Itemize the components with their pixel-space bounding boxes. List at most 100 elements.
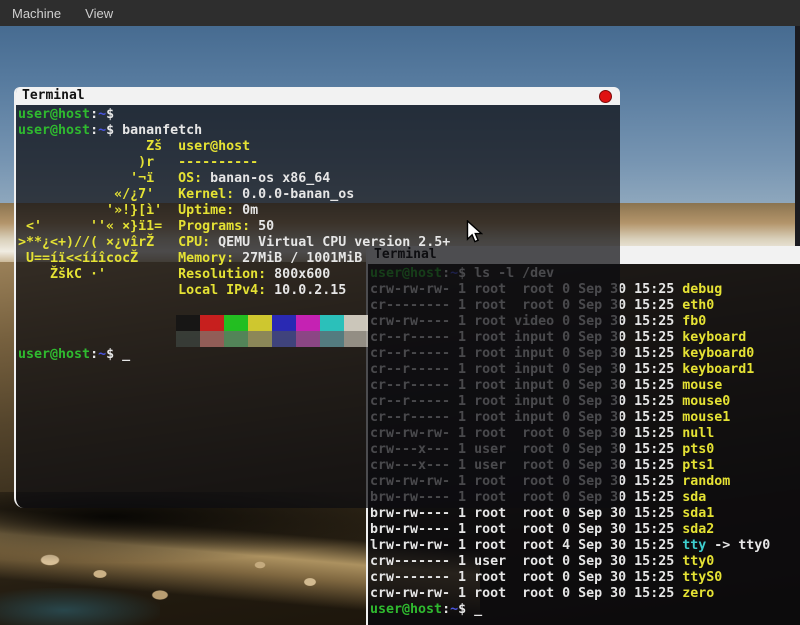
dev-row-name: zero (682, 586, 714, 601)
dev-row-meta: crw------- 1 root root 0 Sep 30 15:25 (370, 570, 682, 585)
fetch-art (18, 283, 178, 298)
palette-swatch (344, 331, 368, 347)
fetch-label: ---------- (178, 155, 258, 170)
palette-swatch (224, 331, 248, 347)
dev-row: brw-rw---- 1 root root 0 Sep 30 15:25 sd… (370, 522, 800, 538)
dev-row-meta: crw-rw-rw- 1 root root 0 Sep 30 15:25 (370, 586, 682, 601)
dev-row-meta: brw-rw---- 1 root root 0 Sep 30 15:25 (370, 506, 682, 521)
dev-row: lrw-rw-rw- 1 root root 4 Sep 30 15:25 tt… (370, 538, 800, 554)
dev-row-name: keyboard1 (682, 362, 754, 377)
dev-row-meta: crw------- 1 user root 0 Sep 30 15:25 (370, 554, 682, 569)
t2-prompt2-symbol: $ (458, 602, 466, 617)
dev-row-name: fb0 (682, 314, 706, 329)
fetch-label: Resolution: (178, 267, 266, 282)
dev-row-name: tty0 (682, 554, 714, 569)
fetch-line: ŽškC ·' Resolution: 800x600 (18, 267, 620, 283)
dev-row: crw------- 1 root root 0 Sep 30 15:25 tt… (370, 570, 800, 586)
prompt-line-current: user@host:~$ _ (370, 602, 800, 618)
fetch-art: <' ''« ×}ï1= (18, 219, 178, 234)
prompt2-sep: : (90, 123, 98, 138)
palette-swatch (320, 331, 344, 347)
palette-swatch (176, 331, 200, 347)
prompt1-symbol: $ (106, 107, 114, 122)
fetch-value: 0.0.0-banan_os (234, 187, 354, 202)
prompt2-user: user@host (18, 123, 90, 138)
fetch-art: «/¿7' (18, 187, 178, 202)
prompt-line-current: user@host:~$ _ (18, 347, 620, 363)
prompt1-path: ~ (98, 107, 106, 122)
prompt1-user: user@host (18, 107, 90, 122)
fetch-line: «/¿7' Kernel: 0.0.0-banan_os (18, 187, 620, 203)
fetch-label: Kernel: (178, 187, 234, 202)
palette-swatch (272, 331, 296, 347)
palette-swatch (248, 315, 272, 331)
fetch-value: banan-os x86_64 (202, 171, 330, 186)
terminal1-titlebar[interactable]: Terminal (16, 87, 620, 105)
dev-row-name: tty (682, 538, 706, 553)
terminal1-content[interactable]: user@host:~$user@host:~$ bananfetch Zš u… (16, 105, 620, 508)
text-cursor: _ (122, 347, 130, 362)
dev-row-link-target: -> tty0 (706, 538, 770, 553)
fetch-value: 0m (234, 203, 258, 218)
fetch-line: Local IPv4: 10.0.2.15 (18, 283, 620, 299)
command-bananfetch: bananfetch (114, 123, 202, 138)
dev-row-name: debug (682, 282, 722, 297)
prompt2-path: ~ (98, 123, 106, 138)
palette-swatch (296, 315, 320, 331)
dev-row-name: mouse (682, 378, 722, 393)
dev-row: crw------- 1 user root 0 Sep 30 15:25 tt… (370, 554, 800, 570)
prompt1-sep: : (90, 107, 98, 122)
t2-prompt2-path: ~ (450, 602, 458, 617)
command-line: user@host:~$ bananfetch (18, 123, 620, 139)
fetch-art: Zš (18, 139, 178, 154)
fetch-line: '¬ï OS: banan-os x86_64 (18, 171, 620, 187)
fetch-value: QEMU Virtual CPU version 2.5+ (210, 235, 450, 250)
dev-row-name: null (682, 426, 714, 441)
dev-row: brw-rw---- 1 root root 0 Sep 30 15:25 sd… (370, 506, 800, 522)
terminal-window-bananfetch[interactable]: Terminal user@host:~$user@host:~$ bananf… (14, 87, 620, 508)
fetch-art: >**¿<+)//( ×¿vîrŽ (18, 235, 178, 250)
menu-item-view[interactable]: View (85, 6, 113, 21)
vm-menubar: Machine View (0, 0, 800, 26)
terminal1-title: Terminal (22, 87, 85, 105)
palette-swatch (200, 331, 224, 347)
fetch-label: Memory: (178, 251, 234, 266)
blank-line (18, 299, 620, 315)
fetch-label: CPU: (178, 235, 210, 250)
palette-swatch (344, 315, 368, 331)
fetch-value: 800x600 (266, 267, 330, 282)
prompt3-symbol: $ (106, 347, 114, 362)
text-cursor: _ (474, 602, 482, 617)
wallpaper-teal-rocks (0, 588, 160, 625)
dev-row-name: pts1 (682, 458, 714, 473)
gap (114, 347, 122, 362)
fetch-art: U==íï<<ííîcocŽ (18, 251, 178, 266)
fetch-line: >**¿<+)//( ×¿vîrŽ CPU: QEMU Virtual CPU … (18, 235, 620, 251)
fetch-value: 27MiB / 1001MiB (234, 251, 362, 266)
fetch-label: Programs: (178, 219, 250, 234)
gap (466, 602, 474, 617)
fetch-value: 50 (250, 219, 274, 234)
fetch-label: Local IPv4: (178, 283, 266, 298)
close-button-icon[interactable] (599, 90, 612, 103)
dev-row-meta: brw-rw---- 1 root root 0 Sep 30 15:25 (370, 522, 682, 537)
fetch-label: user@host (178, 139, 250, 154)
fetch-line: '»!}[ì' Uptime: 0m (18, 203, 620, 219)
palette-swatch (272, 315, 296, 331)
palette-swatch (176, 315, 200, 331)
dev-row-name: mouse1 (682, 410, 730, 425)
t2-prompt2-sep: : (442, 602, 450, 617)
mouse-pointer-icon (466, 220, 483, 249)
prompt-line: user@host:~$ (18, 107, 620, 123)
dev-row-name: ttyS0 (682, 570, 722, 585)
palette-swatch (200, 315, 224, 331)
prompt2-symbol: $ (106, 123, 114, 138)
fetch-label: OS: (178, 171, 202, 186)
palette-swatch (248, 331, 272, 347)
palette-swatch (320, 315, 344, 331)
color-palette-row-bottom (176, 331, 620, 347)
fetch-art: ŽškC ·' (18, 267, 178, 282)
dev-row: crw-rw-rw- 1 root root 0 Sep 30 15:25 ze… (370, 586, 800, 602)
menu-item-machine[interactable]: Machine (12, 6, 61, 21)
vm-screen: MachineView Terminal user@host:~$ ls -l … (0, 0, 800, 625)
